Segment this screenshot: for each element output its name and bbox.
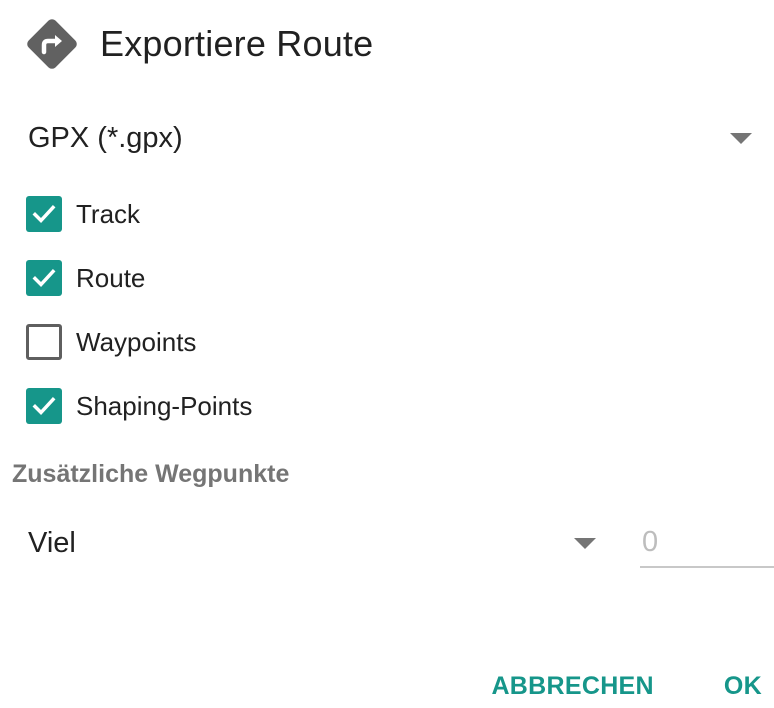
caret-down-icon [730, 132, 752, 144]
export-route-dialog: Exportiere Route GPX (*.gpx) Track Route… [0, 0, 774, 708]
checkbox-checked-icon[interactable] [26, 388, 62, 424]
route-turn-icon [24, 16, 80, 72]
checkbox-waypoints[interactable]: Waypoints [26, 322, 196, 362]
checkbox-unchecked-icon[interactable] [26, 324, 62, 360]
checkbox-route[interactable]: Route [26, 258, 145, 298]
format-dropdown[interactable]: GPX (*.gpx) [28, 112, 764, 164]
checkbox-label-shaping-points: Shaping-Points [76, 390, 253, 421]
dialog-header: Exportiere Route [24, 14, 373, 74]
checkbox-track[interactable]: Track [26, 194, 140, 234]
caret-down-icon [574, 537, 596, 549]
extra-waypoints-dropdown[interactable]: Viel [28, 518, 604, 568]
checkbox-checked-icon[interactable] [26, 196, 62, 232]
extra-waypoints-number-input[interactable] [640, 518, 774, 566]
checkbox-label-track: Track [76, 198, 141, 229]
ok-button[interactable]: OK [724, 668, 762, 705]
extra-waypoints-number-field[interactable] [640, 518, 774, 568]
dialog-title: Exportiere Route [100, 23, 374, 64]
checkbox-label-waypoints: Waypoints [76, 326, 197, 357]
extra-waypoints-dropdown-value: Viel [28, 526, 76, 559]
extra-waypoints-header: Zusätzliche Wegpunkte [12, 460, 290, 488]
checkbox-label-route: Route [76, 262, 146, 293]
checkbox-checked-icon[interactable] [26, 260, 62, 296]
dialog-actions: ABBRECHEN OK [491, 668, 762, 705]
format-dropdown-value: GPX (*.gpx) [28, 121, 183, 154]
checkbox-shaping-points[interactable]: Shaping-Points [26, 386, 252, 426]
cancel-button[interactable]: ABBRECHEN [491, 668, 653, 705]
